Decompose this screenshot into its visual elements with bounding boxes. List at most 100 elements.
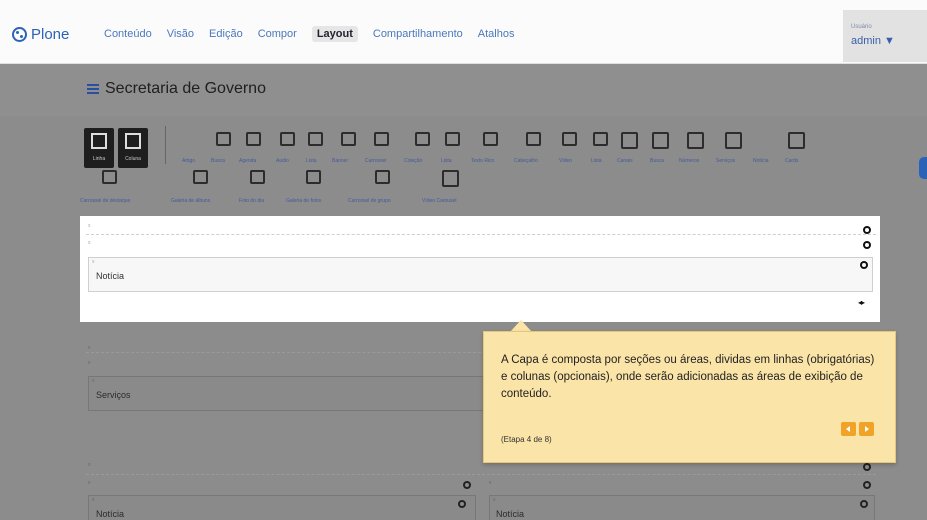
tile-settings-icon[interactable]: [458, 500, 466, 508]
video-carousel-tile-icon[interactable]: [442, 170, 459, 187]
tile-settings-icon[interactable]: [860, 261, 868, 269]
column-settings-icon[interactable]: [463, 481, 471, 489]
nav-compartilhamento[interactable]: Compartilhamento: [373, 28, 463, 42]
noticia-tile-icon[interactable]: [758, 132, 773, 146]
palette-label: Notícia: [753, 158, 769, 164]
carrossel-tile-icon[interactable]: [374, 132, 389, 146]
column-settings-icon[interactable]: [863, 241, 871, 249]
row-marker[interactable]: x: [88, 462, 91, 468]
palette-divider: [165, 126, 166, 164]
page-title: Secretaria de Governo: [87, 80, 266, 98]
tooltip-step: (Etapa 4 de 8): [501, 435, 552, 444]
tile-marker[interactable]: x: [493, 497, 496, 503]
texto-rico-tile-icon[interactable]: [483, 132, 498, 146]
cards-tile-icon[interactable]: [788, 132, 805, 149]
noticia-tile-left[interactable]: [88, 495, 476, 520]
palette-label: Lista: [306, 158, 317, 164]
servicos-tile-icon[interactable]: [725, 132, 742, 149]
palette-row-button[interactable]: Linha: [84, 128, 114, 168]
noticia-tile[interactable]: [88, 257, 873, 292]
tour-next-button[interactable]: [859, 422, 874, 436]
palette-label: Galeria de fotos: [286, 198, 322, 204]
row-settings-icon[interactable]: [863, 226, 871, 234]
page-title-text: Secretaria de Governo: [105, 80, 266, 97]
busca-tile-icon[interactable]: [216, 132, 231, 146]
palette-label: Galeria de álbuns: [171, 198, 211, 204]
palette-row-label: Linha: [92, 156, 106, 162]
palette-label: Serviços: [716, 158, 736, 164]
palette-label: Audio: [276, 158, 289, 164]
tile-palette: Linha Coluna Artigo Busca Agenda Audio L…: [80, 122, 880, 214]
carrossel-destaque-tile-icon[interactable]: [102, 170, 117, 184]
colecao-tile-icon[interactable]: [415, 132, 430, 146]
user-menu[interactable]: Usuário admin ▼: [843, 10, 927, 62]
row-marker[interactable]: x: [88, 345, 91, 351]
palette-column-button[interactable]: Coluna: [118, 128, 148, 168]
agenda-tile-icon[interactable]: [246, 132, 261, 146]
row-divider: [86, 352, 486, 353]
row-marker[interactable]: x: [88, 223, 91, 229]
palette-label: Carrossel de destaque: [80, 198, 131, 204]
audio-tile-icon[interactable]: [280, 132, 295, 146]
servicos-tile[interactable]: [88, 376, 488, 411]
palette-label: Texto Rico: [471, 158, 495, 164]
cabecalho-tile-icon[interactable]: [526, 132, 541, 146]
nav-visao[interactable]: Visão: [167, 28, 194, 42]
user-label: Usuário: [851, 24, 872, 30]
video-tile-icon[interactable]: [562, 132, 577, 146]
column-settings-icon[interactable]: [863, 481, 871, 489]
carrossel-grupo-tile-icon[interactable]: [375, 170, 390, 184]
row-marker[interactable]: x: [88, 480, 91, 486]
palette-label: Coleção: [404, 158, 423, 164]
artigo-tile-icon[interactable]: [187, 132, 202, 146]
row-marker[interactable]: x: [489, 480, 492, 486]
palette-column-label: Coluna: [125, 156, 141, 162]
nav-atalhos[interactable]: Atalhos: [478, 28, 515, 42]
side-panel-toggle[interactable]: [919, 157, 927, 179]
noticia-tile-right[interactable]: [489, 495, 875, 520]
logo-text: Plone: [31, 26, 70, 43]
row-marker[interactable]: x: [88, 360, 91, 366]
palette-label: Banner: [332, 158, 349, 164]
plone-logo-icon: [12, 27, 27, 42]
nav-compor[interactable]: Compor: [258, 28, 297, 42]
hamburger-icon[interactable]: [87, 84, 99, 94]
palette-label: Artigo: [182, 158, 196, 164]
banner-tile-icon[interactable]: [341, 132, 356, 146]
lista2-tile-icon[interactable]: [445, 132, 460, 146]
numeros-tile-icon[interactable]: [687, 132, 704, 149]
tile-marker[interactable]: x: [92, 259, 95, 265]
galeria-albuns-tile-icon[interactable]: [193, 170, 208, 184]
resize-arrows-icon[interactable]: ◂▸: [858, 298, 865, 307]
noticia-tile-left-label: Notícia: [96, 509, 125, 519]
row-marker[interactable]: x: [88, 240, 91, 246]
palette-label: Busca: [211, 158, 225, 164]
canais-tile-icon[interactable]: [621, 132, 638, 149]
nav-conteudo[interactable]: Conteúdo: [104, 28, 152, 42]
row-icon: [91, 133, 107, 149]
palette-label: Agenda: [239, 158, 257, 164]
user-name[interactable]: admin ▼: [851, 35, 895, 47]
lista3-tile-icon[interactable]: [593, 132, 608, 146]
palette-label: Vídeo Carousel: [422, 198, 457, 204]
palette-label: Lista: [591, 158, 602, 164]
busca2-tile-icon[interactable]: [652, 132, 669, 149]
row-settings-icon[interactable]: [863, 463, 871, 471]
palette-label: Cabeçalho: [514, 158, 538, 164]
tooltip-text: A Capa é composta por seções ou áreas, d…: [501, 354, 875, 400]
foto-do-dia-tile-icon[interactable]: [250, 170, 265, 184]
palette-label: Carrossel de grupo: [348, 198, 391, 204]
tile-marker[interactable]: x: [92, 378, 95, 384]
plone-logo[interactable]: Plone: [12, 26, 69, 43]
tour-tooltip: A Capa é composta por seções ou áreas, d…: [483, 331, 896, 463]
galeria-fotos-tile-icon[interactable]: [306, 170, 321, 184]
tour-prev-button[interactable]: [841, 422, 856, 436]
palette-label: Canais: [617, 158, 633, 164]
nav-edicao[interactable]: Edição: [209, 28, 243, 42]
noticia-tile-label: Notícia: [96, 271, 125, 281]
palette-label: Busca: [650, 158, 664, 164]
lista-tile-icon[interactable]: [308, 132, 323, 146]
tile-settings-icon[interactable]: [860, 500, 868, 508]
tile-marker[interactable]: x: [92, 497, 95, 503]
nav-layout[interactable]: Layout: [311, 26, 358, 42]
